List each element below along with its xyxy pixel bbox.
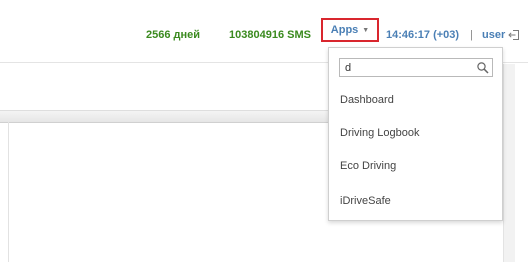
app-item-idrivesafe[interactable]: iDriveSafe	[340, 193, 391, 209]
apps-dropdown-menu: Dashboard Driving Logbook Eco Driving iD…	[328, 47, 503, 221]
apps-menu-button[interactable]: Apps ▼	[321, 18, 379, 42]
apps-menu-label: Apps	[330, 24, 359, 36]
app-search-input[interactable]	[340, 59, 475, 76]
app-search-box	[339, 58, 493, 77]
content-panel-edge	[8, 122, 9, 262]
app-item-eco-driving[interactable]: Eco Driving	[340, 158, 396, 174]
app-item-dashboard[interactable]: Dashboard	[340, 92, 394, 108]
days-counter: 2566 дней	[146, 29, 201, 41]
separator: |	[470, 29, 473, 41]
sms-counter: 103804916 SMS	[229, 29, 311, 41]
vertical-scrollbar[interactable]	[503, 64, 515, 262]
app-item-driving-logbook[interactable]: Driving Logbook	[340, 125, 420, 141]
search-icon[interactable]	[476, 61, 490, 75]
header-stats: 2566 дней 103804916 SMS 14:46:17 (+03) |…	[0, 27, 528, 43]
logout-icon[interactable]	[508, 29, 520, 41]
user-link[interactable]: user	[482, 27, 505, 43]
clock: 14:46:17 (+03)	[386, 29, 460, 41]
chevron-down-icon: ▼	[362, 26, 370, 34]
